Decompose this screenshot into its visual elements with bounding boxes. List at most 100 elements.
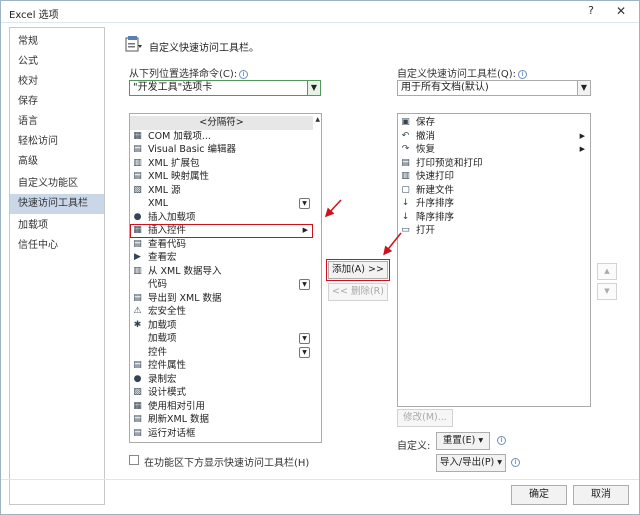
- sidebar-item-formulas[interactable]: 公式: [10, 52, 104, 72]
- list-item[interactable]: ▤ 运行对话框: [130, 427, 313, 441]
- ok-button[interactable]: 确定: [511, 485, 567, 505]
- list-item[interactable]: ⚠ 宏安全性: [130, 305, 313, 319]
- sidebar-item-general[interactable]: 常规: [10, 32, 104, 52]
- remove-button[interactable]: << 删除(R): [328, 283, 388, 301]
- submenu-arrow-icon: ▶: [579, 145, 585, 153]
- move-up-button[interactable]: ▲: [597, 263, 617, 280]
- command-icon: ▧: [133, 184, 142, 195]
- command-icon: ↷: [401, 144, 410, 154]
- help-button[interactable]: ?: [577, 1, 605, 21]
- list-item[interactable]: 代码 ▼: [130, 278, 313, 292]
- command-icon: ✱: [133, 319, 142, 330]
- command-icon: ▥: [133, 265, 142, 276]
- list-item-label: 刷新XML 数据: [148, 414, 210, 425]
- list-item[interactable]: ● 录制宏: [130, 373, 313, 387]
- dropdown-indicator-icon: ▼: [299, 198, 310, 209]
- sidebar-item-proofing[interactable]: 校对: [10, 72, 104, 92]
- list-item-label: 控件属性: [148, 360, 187, 371]
- sidebar-item-quick-access-toolbar[interactable]: 快速访问工具栏: [10, 194, 104, 214]
- list-item[interactable]: 加载项 ▼: [130, 332, 313, 346]
- commands-scrollbar[interactable]: ▲: [313, 114, 321, 442]
- command-icon: ▤: [133, 414, 142, 424]
- list-item[interactable]: ▨ 设计模式: [130, 386, 313, 400]
- list-item-label: XML 映射属性: [148, 171, 210, 182]
- sidebar-item-accessibility[interactable]: 轻松访问: [10, 132, 104, 152]
- list-item-label: 快速打印: [416, 171, 455, 182]
- move-down-button[interactable]: ▼: [597, 283, 617, 300]
- list-item[interactable]: ▦ 使用相对引用: [130, 400, 313, 414]
- toolbar-commands-list[interactable]: ▣ 保存 ↶ 撤消 ▶ ↷ 恢复 ▶ ▤ 打印预览和打印 ▥ 快速打印 ▢ 新建文件 ↓ 升序排序 ↓ 降序排序 ▭…: [397, 113, 591, 407]
- list-item[interactable]: <分隔符>: [130, 116, 313, 130]
- list-item-label: 撤消: [416, 130, 436, 142]
- excel-options-dialog: Excel 选项 ? ✕ 常规 公式 校对 保存 语言 轻松访问 高级 自定义功…: [0, 0, 640, 515]
- choose-commands-label: 从下列位置选择命令(C): i: [129, 65, 249, 80]
- list-item[interactable]: ▭ 打开: [398, 224, 590, 238]
- scroll-up-arrow-icon[interactable]: ▲: [315, 116, 320, 123]
- sidebar-item-addins[interactable]: 加载项: [10, 216, 104, 236]
- list-item[interactable]: ▥ 快速打印: [398, 170, 590, 184]
- list-item-label: 插入控件: [148, 225, 187, 236]
- list-item[interactable]: ↷ 恢复 ▶: [398, 143, 590, 157]
- list-item[interactable]: XML ▼: [130, 197, 313, 211]
- list-item-label: XML: [148, 198, 168, 209]
- command-icon: ▤: [133, 238, 142, 249]
- available-commands-list[interactable]: <分隔符> ▦ COM 加载项... ▤ Visual Basic 编辑器 ▥ XML 扩展…: [129, 113, 322, 443]
- list-item[interactable]: ▢ 新建文件: [398, 184, 590, 198]
- import-export-button[interactable]: 导入/导出(P) ▾: [436, 454, 506, 472]
- list-item-label: 保存: [416, 117, 436, 128]
- list-item[interactable]: ● 插入加载项: [130, 211, 313, 225]
- list-item[interactable]: ▤ Visual Basic 编辑器: [130, 143, 313, 157]
- list-item-label: 恢复: [416, 144, 436, 155]
- command-icon: ▦: [133, 130, 142, 141]
- command-icon: ▨: [133, 387, 142, 397]
- list-item[interactable]: ▣ 保存: [398, 116, 590, 130]
- list-item[interactable]: ▤ 刷新XML 数据: [130, 413, 313, 427]
- sidebar-item-language[interactable]: 语言: [10, 112, 104, 132]
- list-item-label: XML 扩展包: [148, 157, 200, 169]
- show-below-ribbon-checkbox[interactable]: [129, 455, 139, 465]
- list-item[interactable]: ↓ 降序排序: [398, 211, 590, 225]
- list-item[interactable]: ▤ 打印预览和打印: [398, 157, 590, 171]
- list-item[interactable]: ▥ 从 XML 数据导入: [130, 265, 313, 279]
- list-item[interactable]: ▥ XML 扩展包: [130, 157, 313, 171]
- list-item[interactable]: ▤ 导出到 XML 数据: [130, 292, 313, 306]
- choose-commands-dropdown[interactable]: "开发工具"选项卡 ▼: [129, 80, 321, 96]
- sidebar-item-save[interactable]: 保存: [10, 92, 104, 112]
- sidebar-item-advanced[interactable]: 高级: [10, 152, 104, 172]
- list-item-label: 代码: [148, 279, 168, 290]
- sidebar-item-trust-center[interactable]: 信任中心: [10, 236, 104, 256]
- list-item-label: 降序排序: [416, 211, 455, 223]
- info-icon: i: [518, 69, 528, 79]
- list-item[interactable]: ▤ 查看代码: [130, 238, 313, 252]
- list-item-label: 使用相对引用: [148, 400, 206, 412]
- list-item-label: 运行对话框: [148, 427, 196, 439]
- command-icon: ●: [133, 211, 142, 222]
- list-item[interactable]: ▦ COM 加载项...: [130, 130, 313, 144]
- cancel-button[interactable]: 取消: [573, 485, 629, 505]
- command-icon: ▭: [401, 225, 410, 235]
- list-item[interactable]: 控件 ▼: [130, 346, 313, 360]
- quick-access-toolbar-icon: [125, 36, 142, 52]
- add-button[interactable]: 添加(A) >>: [326, 259, 390, 281]
- list-item[interactable]: ↶ 撤消 ▶: [398, 130, 590, 144]
- modify-button[interactable]: 修改(M)...: [397, 409, 453, 427]
- list-item-label: 录制宏: [148, 373, 177, 385]
- list-item[interactable]: ▧ XML 源: [130, 184, 313, 198]
- list-item[interactable]: ▤ 控件属性: [130, 359, 313, 373]
- list-item[interactable]: ✱ 加载项: [130, 319, 313, 333]
- list-item[interactable]: ↓ 升序排序: [398, 197, 590, 211]
- command-icon: ▦: [133, 225, 142, 235]
- list-item-label: 设计模式: [148, 387, 187, 398]
- list-item[interactable]: ▶ 查看宏: [130, 251, 313, 265]
- list-item[interactable]: ▤ XML 映射属性: [130, 170, 313, 184]
- customize-toolbar-dropdown[interactable]: 用于所有文档(默认) ▼: [397, 80, 591, 96]
- command-icon: ▤: [133, 144, 142, 154]
- list-item-insert-control[interactable]: ▦ 插入控件 ▶: [130, 224, 313, 238]
- sidebar-item-customize-ribbon[interactable]: 自定义功能区: [10, 174, 104, 194]
- close-button[interactable]: ✕: [607, 1, 635, 21]
- reset-button[interactable]: 重置(E) ▾: [436, 432, 490, 450]
- command-icon: ▢: [401, 184, 410, 195]
- command-icon: ↓: [401, 198, 410, 208]
- command-icon: ▤: [133, 171, 142, 181]
- list-item-label: Visual Basic 编辑器: [148, 144, 237, 155]
